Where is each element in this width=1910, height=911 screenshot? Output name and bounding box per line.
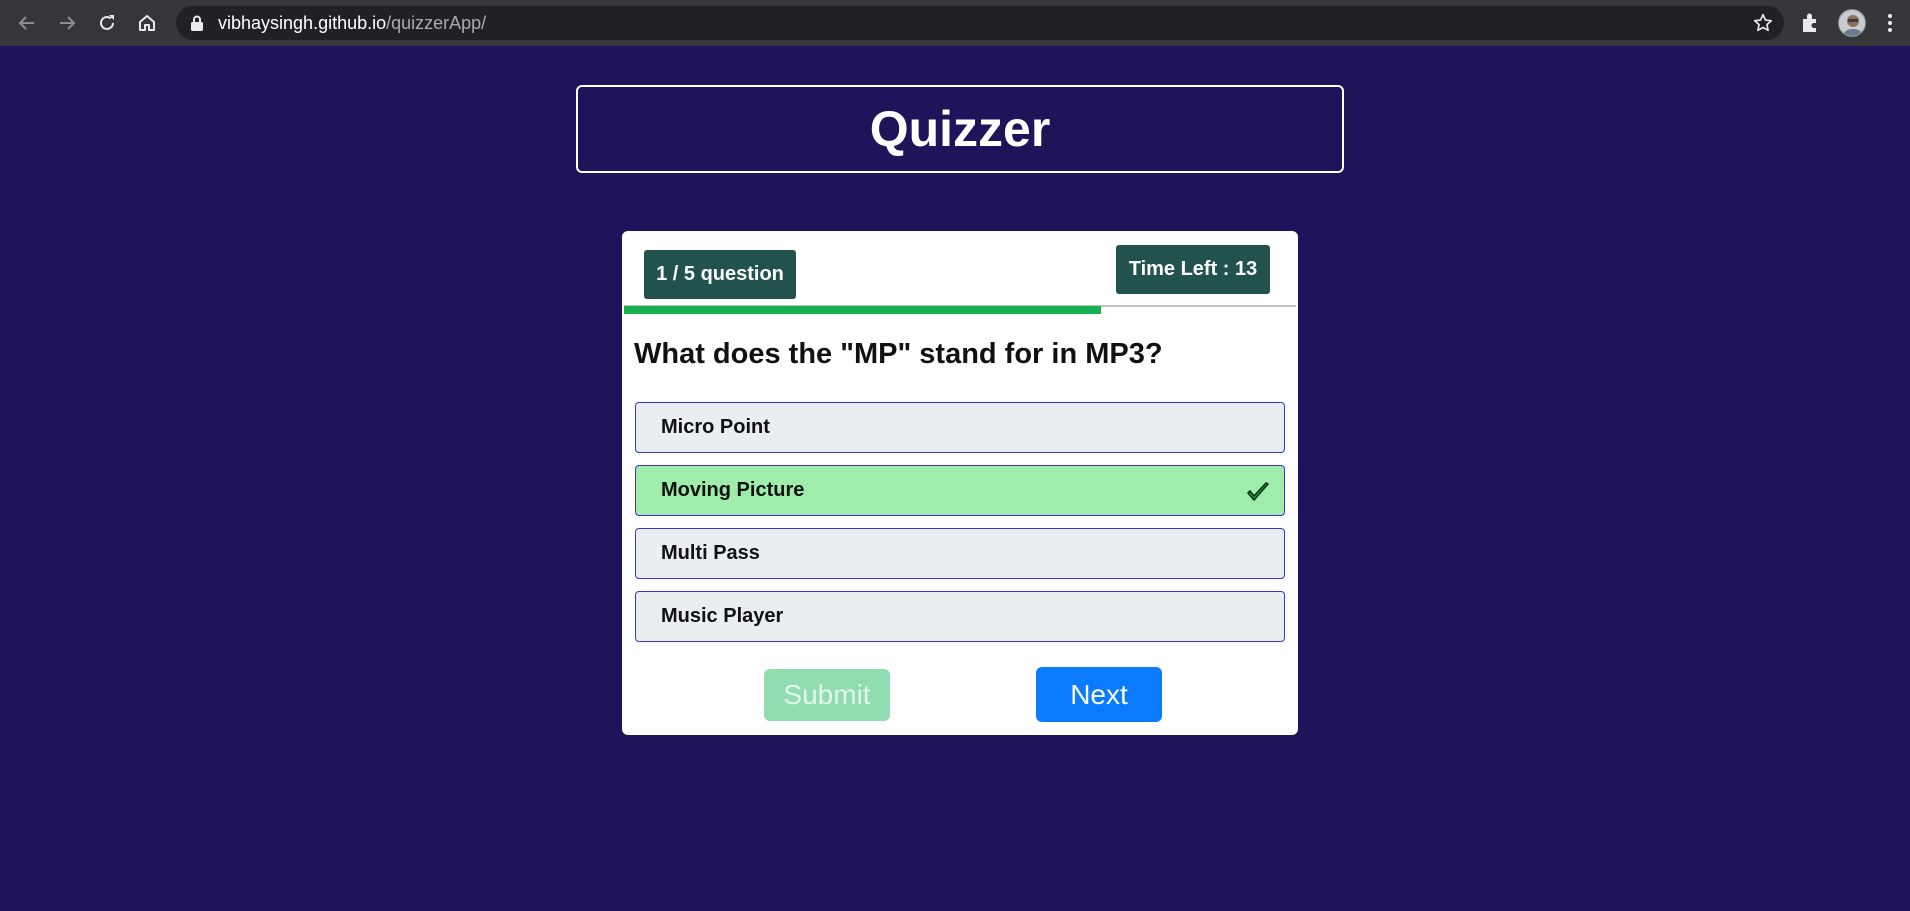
bookmark-star-icon[interactable]: [1752, 12, 1774, 34]
forward-button[interactable]: [52, 9, 82, 37]
question-text: What does the "MP" stand for in MP3?: [634, 338, 1163, 370]
option-multi-pass[interactable]: Multi Pass: [635, 528, 1285, 579]
app-header: Quizzer: [576, 85, 1344, 173]
timer-badge: Time Left : 13: [1116, 245, 1270, 294]
next-button[interactable]: Next: [1036, 667, 1162, 722]
kebab-menu-icon[interactable]: [1880, 11, 1900, 35]
option-label: Moving Picture: [661, 479, 805, 501]
option-moving-picture[interactable]: Moving Picture: [635, 465, 1285, 516]
profile-avatar[interactable]: [1838, 9, 1866, 37]
option-label: Music Player: [661, 605, 784, 627]
forward-arrow-icon: [60, 16, 76, 30]
browser-toolbar: vibhaysingh.github.io/quizzerApp/: [0, 0, 1910, 46]
option-micro-point[interactable]: Micro Point: [635, 402, 1285, 453]
time-progress-bar: [624, 306, 1101, 314]
reload-icon: [100, 15, 114, 30]
submit-button[interactable]: Submit: [764, 669, 890, 721]
home-icon: [139, 15, 155, 31]
home-button[interactable]: [132, 9, 162, 37]
app-title: Quizzer: [869, 101, 1051, 157]
user-avatar-icon: [1842, 15, 1864, 36]
reload-button[interactable]: [92, 9, 122, 37]
question-counter-badge: 1 / 5 question: [644, 250, 796, 299]
url-text: vibhaysingh.github.io/quizzerApp/: [218, 14, 486, 32]
extensions-puzzle-icon[interactable]: [1798, 10, 1824, 36]
url-path: /quizzerApp/: [386, 13, 487, 33]
option-label: Micro Point: [661, 416, 770, 438]
back-button[interactable]: [12, 9, 42, 37]
back-arrow-icon: [18, 16, 34, 30]
option-music-player[interactable]: Music Player: [635, 591, 1285, 642]
option-label: Multi Pass: [661, 542, 760, 564]
checkmark-icon: [1247, 482, 1269, 501]
url-domain: vibhaysingh.github.io: [218, 13, 387, 33]
quiz-card: 1 / 5 question Time Left : 13 What does …: [622, 231, 1298, 735]
address-bar[interactable]: vibhaysingh.github.io/quizzerApp/: [176, 6, 1784, 40]
lock-icon: [191, 15, 203, 31]
